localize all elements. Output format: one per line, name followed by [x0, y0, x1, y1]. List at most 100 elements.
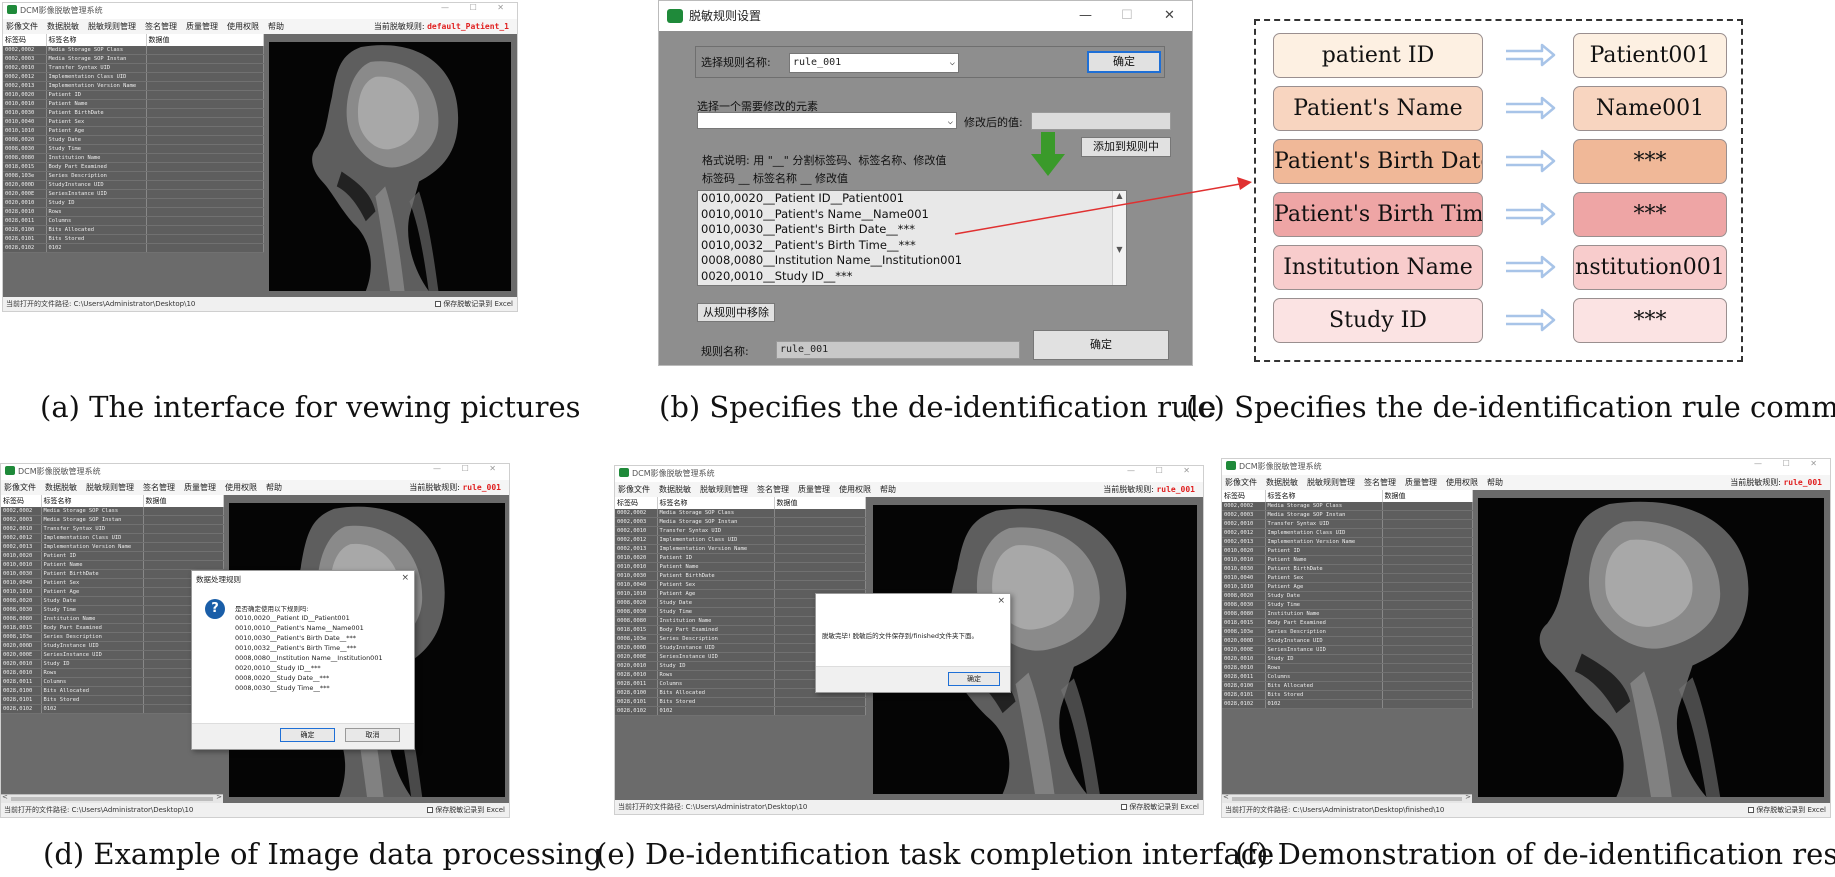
table-row[interactable]: 0028,0011 Columns: [1, 677, 224, 688]
menu-item[interactable]: 影像文件: [1225, 475, 1257, 490]
table-row[interactable]: 0028,0011 Columns: [1222, 672, 1473, 683]
table-row[interactable]: 0002,0013 Implementation Version Name: [1222, 537, 1473, 548]
rule-name-input[interactable]: rule_001: [776, 341, 1020, 359]
menu-item[interactable]: 使用权限: [1446, 475, 1478, 490]
table-row[interactable]: 0002,0002 Media Storage SOP Class: [3, 46, 264, 56]
table-row[interactable]: 0020,000E SeriesInstance UID: [1, 650, 224, 661]
scroll-thumb[interactable]: [11, 797, 213, 801]
table-row[interactable]: 0008,0020 Study Date: [1222, 591, 1473, 602]
menu-item[interactable]: 签名管理: [145, 19, 177, 34]
table-row[interactable]: 0028,0101 Bits Stored: [615, 697, 866, 708]
table-row[interactable]: 0010,0020 Patient ID: [1, 551, 224, 562]
table-row[interactable]: 0010,0030 Patient BirthDate: [1222, 564, 1473, 575]
menu-item[interactable]: 影像文件: [6, 19, 38, 34]
table-row[interactable]: 0028,0100 Bits Allocated: [1222, 681, 1473, 692]
table-row[interactable]: 0020,0010 Study ID: [1, 659, 224, 670]
column-header[interactable]: 标签名称: [657, 497, 775, 509]
menu-item[interactable]: 数据脱敏: [47, 19, 79, 34]
table-row[interactable]: 0002,0013 Implementation Version Name: [615, 544, 866, 555]
table-row[interactable]: 0010,0010 Patient Name: [1222, 555, 1473, 566]
horizontal-scrollbar[interactable]: < >: [1, 793, 223, 803]
table-row[interactable]: 0002,0002 Media Storage SOP Class: [1, 507, 224, 517]
table-row[interactable]: 0002,0013 Implementation Version Name: [1, 542, 224, 553]
table-row[interactable]: 0002,0010 Transfer Syntax UID: [615, 526, 866, 537]
table-row[interactable]: 0018,0015 Body Part Examined: [1222, 618, 1473, 629]
table-row[interactable]: 0008,0020 Study Date: [3, 135, 264, 146]
table-row[interactable]: 0002,0012 Implementation Class UID: [3, 72, 264, 83]
table-row[interactable]: 0020,000E SeriesInstance UID: [1222, 645, 1473, 656]
table-row[interactable]: 0002,0003 Media Storage SOP Instan: [1, 515, 224, 526]
table-row[interactable]: 0008,103e Series Description: [1, 632, 224, 643]
column-header[interactable]: 数据值: [143, 495, 224, 507]
table-row[interactable]: 0028,0011 Columns: [3, 216, 264, 227]
table-row[interactable]: 0010,0030 Patient BirthDate: [615, 571, 866, 582]
close-button[interactable]: ✕: [1164, 1, 1175, 31]
menu-item[interactable]: 使用权限: [227, 19, 259, 34]
table-row[interactable]: 0010,0010 Patient Name: [1, 560, 224, 571]
table-row[interactable]: 0002,0010 Transfer Syntax UID: [1, 524, 224, 535]
table-row[interactable]: 0028,0102 0102: [615, 706, 866, 717]
menu-item[interactable]: 脱敏规则管理: [700, 482, 748, 497]
ok-button[interactable]: 确定: [280, 728, 335, 742]
column-header[interactable]: 标签码: [1, 495, 42, 507]
table-row[interactable]: 0018,0015 Body Part Examined: [3, 162, 264, 173]
element-select[interactable]: ⌵: [697, 112, 957, 129]
table-row[interactable]: 0010,0030 Patient BirthDate: [3, 108, 264, 119]
menu-item[interactable]: 签名管理: [1364, 475, 1396, 490]
table-row[interactable]: 0008,0080 Institution Name: [1, 614, 224, 625]
table-row[interactable]: 0002,0003 Media Storage SOP Instan: [615, 517, 866, 528]
table-row[interactable]: 0008,103e Series Description: [3, 171, 264, 182]
maximize-button[interactable]: ☐: [1121, 1, 1133, 31]
table-row[interactable]: 0010,1010 Patient Age: [1222, 582, 1473, 593]
save-record-toggle[interactable]: 保存脱敏记录到 Excel: [1748, 803, 1826, 817]
menu-item[interactable]: 签名管理: [757, 482, 789, 497]
table-row[interactable]: 0028,0102 0102: [3, 243, 264, 254]
menu-item[interactable]: 质量管理: [1405, 475, 1437, 490]
table-row[interactable]: 0028,0102 0102: [1222, 699, 1473, 710]
menu-item[interactable]: 脱敏规则管理: [86, 480, 134, 495]
table-row[interactable]: 0020,0010 Study ID: [1222, 654, 1473, 665]
mri-viewer[interactable]: [1478, 498, 1824, 797]
table-row[interactable]: 0008,0030 Study Time: [1222, 600, 1473, 611]
scroll-right-icon[interactable]: >: [216, 793, 222, 801]
table-row[interactable]: 0008,103e Series Description: [1222, 627, 1473, 638]
table-row[interactable]: 0020,000D StudyInstance UID: [3, 180, 264, 191]
table-row[interactable]: 0002,0002 Media Storage SOP Class: [615, 509, 866, 519]
save-rule-button[interactable]: 确定: [1033, 330, 1169, 360]
menu-item[interactable]: 质量管理: [184, 480, 216, 495]
save-record-toggle[interactable]: 保存脱敏记录到 Excel: [427, 803, 505, 817]
remove-from-rule-button[interactable]: 从规则中移除: [697, 303, 775, 322]
listbox-scrollbar[interactable]: ▲ ▼: [1112, 191, 1126, 285]
table-row[interactable]: 0010,0020 Patient ID: [1222, 546, 1473, 557]
table-row[interactable]: 0010,0030 Patient BirthDate: [1, 569, 224, 580]
column-header[interactable]: 标签码: [615, 497, 658, 509]
menu-item[interactable]: 数据脱敏: [1266, 475, 1298, 490]
table-row[interactable]: 0028,0101 Bits Stored: [1, 695, 224, 706]
table-row[interactable]: 0010,0020 Patient ID: [615, 553, 866, 564]
table-row[interactable]: 0010,1010 Patient Age: [3, 126, 264, 137]
table-row[interactable]: 0010,0010 Patient Name: [615, 562, 866, 573]
menu-item[interactable]: 使用权限: [839, 482, 871, 497]
table-row[interactable]: 0028,0010 Rows: [1, 668, 224, 679]
save-record-toggle[interactable]: 保存脱敏记录到 Excel: [435, 297, 513, 311]
rule-list-item[interactable]: 0020,0010__Study ID__***: [698, 269, 1126, 285]
close-icon[interactable]: ×: [997, 596, 1005, 606]
table-row[interactable]: 0028,0101 Bits Stored: [1222, 690, 1473, 701]
table-row[interactable]: 0002,0012 Implementation Class UID: [615, 535, 866, 546]
menu-item[interactable]: 脱敏规则管理: [1307, 475, 1355, 490]
rule-name-select[interactable]: rule_001 ⌵: [789, 53, 959, 73]
table-row[interactable]: 0002,0003 Media Storage SOP Instan: [3, 54, 264, 65]
table-row[interactable]: 0002,0002 Media Storage SOP Class: [1222, 502, 1473, 512]
table-row[interactable]: 0010,0040 Patient Sex: [3, 117, 264, 128]
table-row[interactable]: 0028,0100 Bits Allocated: [3, 225, 264, 236]
table-row[interactable]: 0028,0101 Bits Stored: [3, 234, 264, 245]
rule-list-item[interactable]: 0010,0032__Patient's Birth Time__***: [698, 238, 1126, 254]
menu-item[interactable]: 质量管理: [798, 482, 830, 497]
table-row[interactable]: 0010,1010 Patient Age: [1, 587, 224, 598]
save-record-checkbox[interactable]: [427, 807, 434, 813]
column-header[interactable]: 标签名称: [1265, 490, 1383, 502]
save-record-checkbox[interactable]: [1121, 804, 1128, 810]
column-header[interactable]: 标签码: [1222, 490, 1266, 502]
menu-item[interactable]: 签名管理: [143, 480, 175, 495]
menu-item[interactable]: 影像文件: [618, 482, 650, 497]
